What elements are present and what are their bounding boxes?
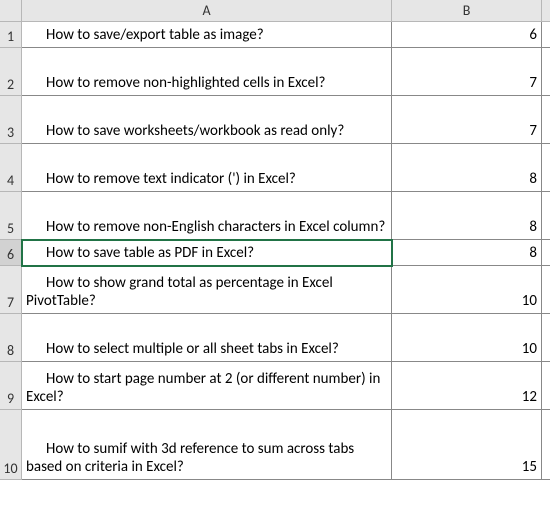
cell-B1[interactable]: 6 <box>392 22 542 48</box>
cell-A2[interactable]: How to remove non-highlighted cells in E… <box>22 48 392 96</box>
col-header-C-partial[interactable] <box>542 0 550 22</box>
row-header-9[interactable]: 9 <box>0 362 22 410</box>
row-header-2[interactable]: 2 <box>0 48 22 96</box>
cell-A1[interactable]: How to save/export table as image? <box>22 22 392 48</box>
cell-C1-partial[interactable] <box>542 22 550 48</box>
cell-B6[interactable]: 8 <box>392 240 542 266</box>
cell-C7-partial[interactable] <box>542 266 550 314</box>
row-header-8[interactable]: 8 <box>0 314 22 362</box>
cell-A3[interactable]: How to save worksheets/workbook as read … <box>22 96 392 144</box>
cell-C4-partial[interactable] <box>542 144 550 192</box>
row-header-4[interactable]: 4 <box>0 144 22 192</box>
cell-A7[interactable]: How to show grand total as percentage in… <box>22 266 392 314</box>
cell-C10-partial[interactable] <box>542 410 550 480</box>
cell-A6[interactable]: How to save table as PDF in Excel? <box>22 240 392 266</box>
cell-A8[interactable]: How to select multiple or all sheet tabs… <box>22 314 392 362</box>
cell-C3-partial[interactable] <box>542 96 550 144</box>
spreadsheet-grid[interactable]: A B 1 How to save/export table as image?… <box>0 0 550 480</box>
cell-A9[interactable]: How to start page number at 2 (or differ… <box>22 362 392 410</box>
row-header-10[interactable]: 10 <box>0 410 22 480</box>
cell-A5[interactable]: How to remove non-English characters in … <box>22 192 392 240</box>
cell-B7[interactable]: 10 <box>392 266 542 314</box>
cell-B3[interactable]: 7 <box>392 96 542 144</box>
cell-C2-partial[interactable] <box>542 48 550 96</box>
cell-C6-partial[interactable] <box>542 240 550 266</box>
cell-B10[interactable]: 15 <box>392 410 542 480</box>
cell-B4[interactable]: 8 <box>392 144 542 192</box>
cell-B9[interactable]: 12 <box>392 362 542 410</box>
row-header-7[interactable]: 7 <box>0 266 22 314</box>
col-header-A[interactable]: A <box>22 0 392 22</box>
row-header-1[interactable]: 1 <box>0 22 22 48</box>
cell-C9-partial[interactable] <box>542 362 550 410</box>
cell-B5[interactable]: 8 <box>392 192 542 240</box>
cell-B2[interactable]: 7 <box>392 48 542 96</box>
cell-A10[interactable]: How to sumif with 3d reference to sum ac… <box>22 410 392 480</box>
row-header-6[interactable]: 6 <box>0 240 22 266</box>
cell-C5-partial[interactable] <box>542 192 550 240</box>
select-all-corner[interactable] <box>0 0 22 22</box>
cell-C8-partial[interactable] <box>542 314 550 362</box>
row-header-5[interactable]: 5 <box>0 192 22 240</box>
col-header-B[interactable]: B <box>392 0 542 22</box>
cell-B8[interactable]: 10 <box>392 314 542 362</box>
row-header-3[interactable]: 3 <box>0 96 22 144</box>
cell-A4[interactable]: How to remove text indicator (') in Exce… <box>22 144 392 192</box>
